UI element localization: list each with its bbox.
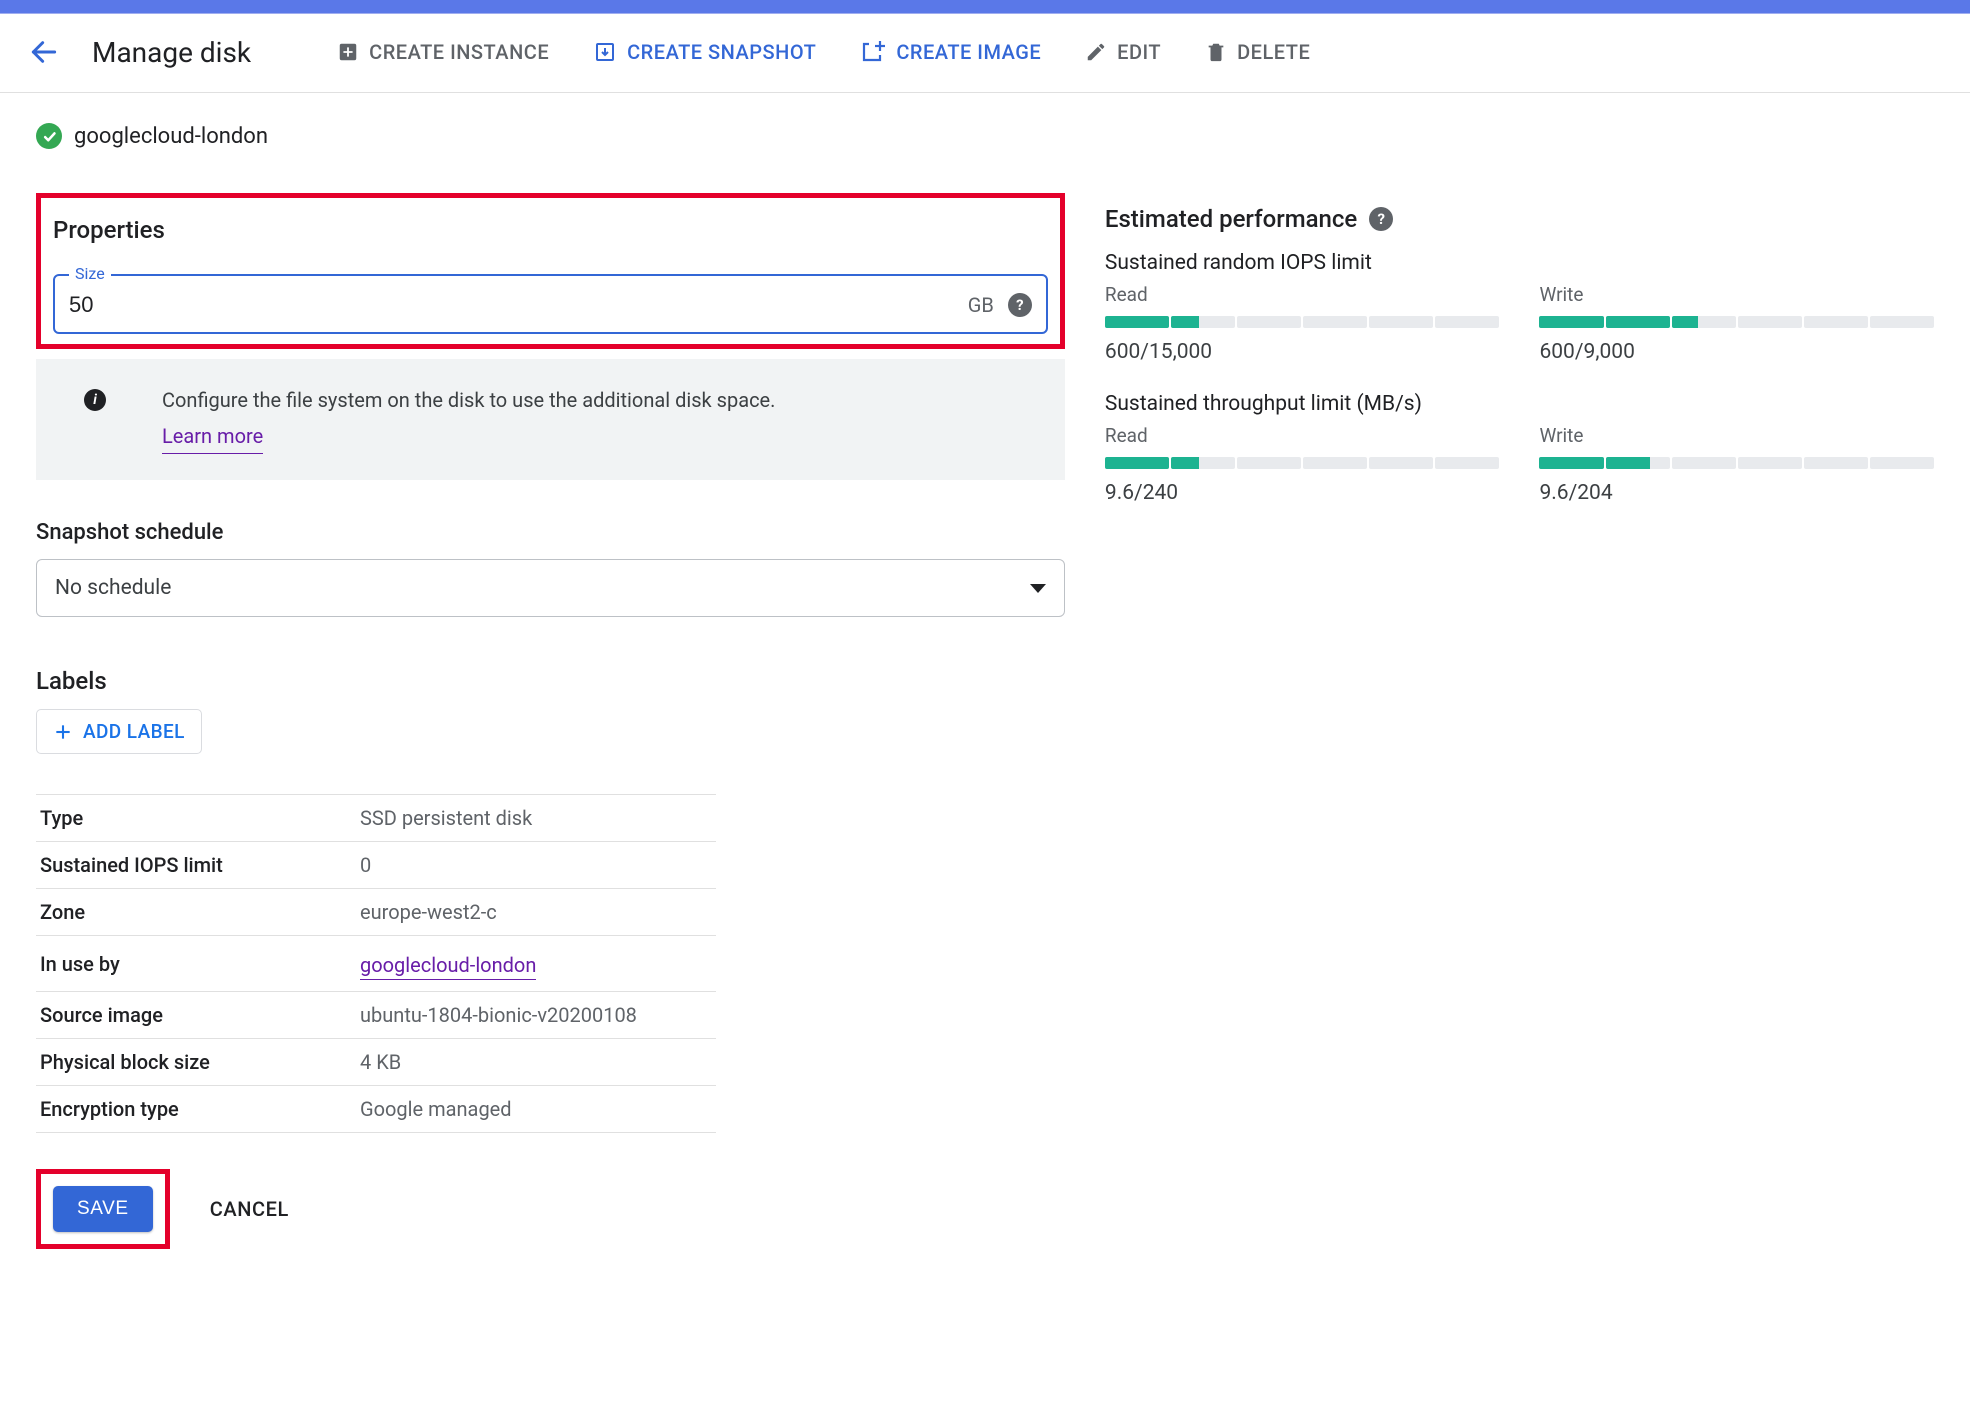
table-value: 4 KB bbox=[356, 1039, 716, 1086]
properties-table: TypeSSD persistent diskSustained IOPS li… bbox=[36, 794, 716, 1133]
add-box-icon bbox=[337, 41, 359, 63]
iops-write-value: 600/9,000 bbox=[1539, 340, 1934, 364]
properties-highlight-box: Properties Size GB ? bbox=[36, 193, 1065, 349]
trash-icon bbox=[1205, 41, 1227, 63]
info-text: Configure the file system on the disk to… bbox=[162, 385, 775, 415]
read-label: Read bbox=[1105, 424, 1500, 447]
save-button[interactable]: SAVE bbox=[53, 1186, 153, 1232]
info-banner: i Configure the file system on the disk … bbox=[36, 359, 1065, 480]
delete-button[interactable]: DELETE bbox=[1187, 32, 1328, 72]
tp-write-cell: Write 9.6/204 bbox=[1539, 424, 1934, 505]
table-key: Sustained IOPS limit bbox=[36, 842, 356, 889]
tp-write-bar bbox=[1539, 457, 1934, 469]
image-add-icon bbox=[860, 40, 886, 64]
table-row: Sustained IOPS limit0 bbox=[36, 842, 716, 889]
table-value: SSD persistent disk bbox=[356, 795, 716, 842]
create-image-label: CREATE IMAGE bbox=[896, 40, 1041, 64]
create-instance-button[interactable]: CREATE INSTANCE bbox=[319, 32, 567, 72]
tp-read-bar bbox=[1105, 457, 1500, 469]
size-unit: GB bbox=[968, 293, 994, 317]
snapshot-schedule-value: No schedule bbox=[55, 576, 171, 600]
table-row: Source imageubuntu-1804-bionic-v20200108 bbox=[36, 992, 716, 1039]
table-row: In use bygooglecloud-london bbox=[36, 936, 716, 992]
snapshot-schedule-title: Snapshot schedule bbox=[36, 520, 1065, 545]
tp-write-value: 9.6/204 bbox=[1539, 481, 1934, 505]
tp-read-value: 9.6/240 bbox=[1105, 481, 1500, 505]
header-toolbar: Manage disk CREATE INSTANCE CREATE SNAPS… bbox=[0, 14, 1970, 93]
learn-more-link[interactable]: Learn more bbox=[162, 421, 263, 454]
page-title: Manage disk bbox=[92, 36, 251, 69]
table-row: Encryption typeGoogle managed bbox=[36, 1086, 716, 1133]
write-label: Write bbox=[1539, 283, 1934, 306]
back-arrow-icon[interactable] bbox=[28, 36, 60, 68]
plus-icon bbox=[53, 722, 73, 742]
iops-read-bar bbox=[1105, 316, 1500, 328]
size-field[interactable]: Size GB ? bbox=[53, 274, 1048, 334]
table-key: In use by bbox=[36, 936, 356, 992]
iops-read-value: 600/15,000 bbox=[1105, 340, 1500, 364]
resource-name: googlecloud-london bbox=[74, 124, 268, 149]
iops-write-cell: Write 600/9,000 bbox=[1539, 283, 1934, 364]
snapshot-icon bbox=[593, 40, 617, 64]
iops-read-cell: Read 600/15,000 bbox=[1105, 283, 1500, 364]
properties-title: Properties bbox=[53, 216, 1048, 244]
edit-label: EDIT bbox=[1117, 40, 1161, 64]
tp-read-cell: Read 9.6/240 bbox=[1105, 424, 1500, 505]
browser-chrome-bar bbox=[0, 0, 1970, 14]
table-value: europe-west2-c bbox=[356, 889, 716, 936]
table-row: Zoneeurope-west2-c bbox=[36, 889, 716, 936]
performance-title: Estimated performance bbox=[1105, 205, 1357, 233]
delete-label: DELETE bbox=[1237, 40, 1310, 64]
help-icon[interactable]: ? bbox=[1008, 293, 1032, 317]
table-key: Type bbox=[36, 795, 356, 842]
info-icon: i bbox=[84, 389, 106, 411]
iops-subtitle: Sustained random IOPS limit bbox=[1105, 251, 1934, 275]
in-use-by-link[interactable]: googlecloud-london bbox=[360, 953, 536, 980]
labels-title: Labels bbox=[36, 667, 1065, 695]
pencil-icon bbox=[1085, 41, 1107, 63]
size-input[interactable] bbox=[69, 292, 968, 318]
save-highlight-box: SAVE bbox=[36, 1169, 170, 1249]
throughput-subtitle: Sustained throughput limit (MB/s) bbox=[1105, 392, 1934, 416]
table-key: Physical block size bbox=[36, 1039, 356, 1086]
iops-write-bar bbox=[1539, 316, 1934, 328]
table-key: Source image bbox=[36, 992, 356, 1039]
add-label-button[interactable]: ADD LABEL bbox=[36, 709, 202, 754]
table-value: ubuntu-1804-bionic-v20200108 bbox=[356, 992, 716, 1039]
resource-status-row: googlecloud-london bbox=[36, 123, 1065, 149]
table-value: googlecloud-london bbox=[356, 936, 716, 992]
status-ok-icon bbox=[36, 123, 62, 149]
table-row: Physical block size4 KB bbox=[36, 1039, 716, 1086]
table-value: Google managed bbox=[356, 1086, 716, 1133]
chevron-down-icon bbox=[1030, 584, 1046, 593]
read-label: Read bbox=[1105, 283, 1500, 306]
create-image-button[interactable]: CREATE IMAGE bbox=[842, 32, 1059, 72]
create-snapshot-button[interactable]: CREATE SNAPSHOT bbox=[575, 32, 834, 72]
table-row: TypeSSD persistent disk bbox=[36, 795, 716, 842]
write-label: Write bbox=[1539, 424, 1934, 447]
table-value: 0 bbox=[356, 842, 716, 889]
help-icon[interactable]: ? bbox=[1369, 207, 1393, 231]
create-snapshot-label: CREATE SNAPSHOT bbox=[627, 40, 816, 64]
snapshot-schedule-select[interactable]: No schedule bbox=[36, 559, 1065, 617]
size-label: Size bbox=[69, 264, 111, 283]
table-key: Zone bbox=[36, 889, 356, 936]
cancel-button[interactable]: CANCEL bbox=[210, 1197, 289, 1221]
table-key: Encryption type bbox=[36, 1086, 356, 1133]
create-instance-label: CREATE INSTANCE bbox=[369, 40, 549, 64]
edit-button[interactable]: EDIT bbox=[1067, 32, 1179, 72]
add-label-text: ADD LABEL bbox=[83, 720, 185, 743]
